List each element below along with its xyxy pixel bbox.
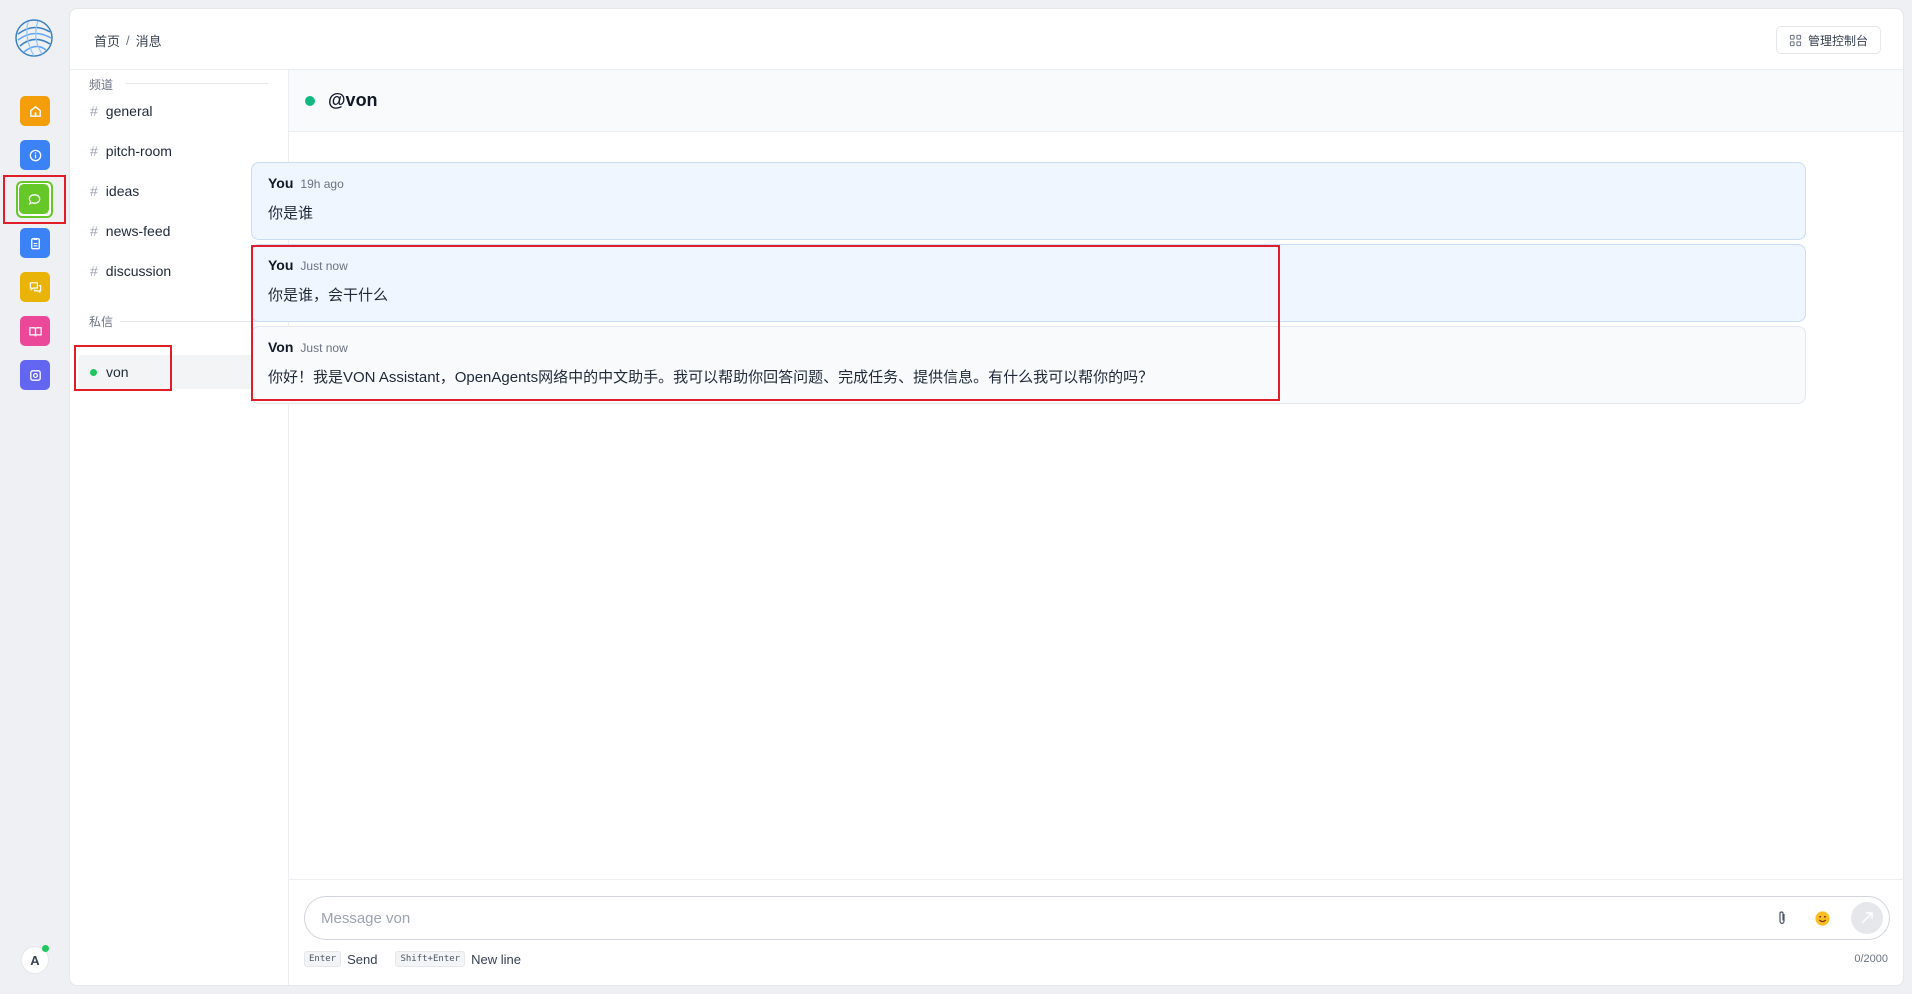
message-author: You (268, 175, 294, 191)
breadcrumb-separator: / (126, 33, 130, 48)
settings-icon (29, 369, 41, 381)
channel-label: news-feed (105, 223, 171, 239)
dm-section-label: 私信 (89, 315, 114, 329)
character-counter: 0/2000 (1854, 953, 1888, 965)
message-text: 你是谁 (268, 205, 314, 222)
rail-settings-button[interactable] (20, 360, 50, 390)
rail-home-button[interactable] (20, 96, 50, 126)
app-logo[interactable] (14, 18, 54, 58)
enter-key-hint: Enter (304, 951, 342, 967)
info-icon (29, 149, 41, 161)
main-panel: 首页 / 消息 管理控制台 频道 # general # pitch-room … (69, 8, 1904, 986)
rail-forum-button[interactable] (20, 272, 50, 302)
channel-label: discussion (105, 263, 172, 279)
message-text: 你是谁，会干什么 (268, 287, 389, 304)
clipboard-icon (30, 237, 40, 249)
send-icon (1861, 912, 1873, 924)
paperclip-icon (1779, 911, 1785, 925)
chat-title: @von (328, 90, 378, 110)
shift-enter-key-hint: Shift+Enter (395, 951, 466, 967)
admin-console-button[interactable]: 管理控制台 (1775, 26, 1881, 54)
message-timestamp: Just now (300, 341, 348, 355)
hash-icon: # (90, 263, 98, 279)
message-item: You 19h ago 你是谁 (251, 162, 1806, 240)
hash-icon: # (90, 183, 98, 199)
home-icon (29, 105, 41, 117)
channels-divider (125, 83, 268, 84)
message-author: You (268, 257, 294, 273)
keyboard-hints: Enter Send Shift+Enter New line (304, 951, 521, 967)
rail-info-button[interactable] (20, 140, 50, 170)
send-button[interactable] (1851, 902, 1883, 934)
hash-icon: # (90, 103, 98, 119)
message-composer (304, 896, 1890, 940)
book-icon (28, 326, 42, 336)
grid-icon (1789, 34, 1802, 46)
message-item: You Just now 你是谁，会干什么 (251, 244, 1806, 322)
contact-online-indicator (305, 95, 315, 106)
rail-docs-button[interactable] (20, 316, 50, 346)
top-bar: 首页 / 消息 管理控制台 (70, 9, 1903, 70)
breadcrumb-current: 消息 (135, 34, 162, 49)
app-rail: A (0, 0, 68, 994)
dm-highlight-frame (74, 345, 172, 391)
channel-label: general (105, 103, 153, 119)
channel-label: ideas (105, 183, 140, 199)
composer-area: Enter Send Shift+Enter New line 0/2000 (289, 879, 1904, 986)
shift-enter-hint-label: New line (471, 951, 521, 967)
chat-header: @von (289, 70, 1903, 132)
attach-button[interactable] (1771, 907, 1793, 929)
dm-divider (120, 321, 268, 322)
enter-hint-label: Send (347, 951, 378, 967)
message-input[interactable] (321, 909, 1771, 927)
rail-tasks-button[interactable] (20, 228, 50, 258)
breadcrumb: 首页 / 消息 (94, 31, 162, 50)
emoji-button[interactable] (1811, 907, 1833, 929)
message-item: Von Just now 你好！我是VON Assistant，OpenAgen… (251, 326, 1806, 404)
hash-icon: # (90, 143, 98, 159)
rail-messages-button[interactable] (19, 184, 49, 214)
channels-section-label: 频道 (89, 78, 114, 92)
hash-icon: # (90, 223, 98, 239)
channel-discussion[interactable]: # discussion (82, 254, 277, 288)
user-online-indicator (42, 945, 49, 952)
emoji-icon (1814, 910, 1830, 926)
channel-pitch-room[interactable]: # pitch-room (82, 134, 277, 168)
channel-news-feed[interactable]: # news-feed (82, 214, 277, 248)
channel-label: pitch-room (105, 143, 172, 159)
channel-ideas[interactable]: # ideas (82, 174, 277, 208)
chat-icon (28, 193, 40, 205)
admin-console-label: 管理控制台 (1807, 33, 1868, 48)
breadcrumb-home[interactable]: 首页 (94, 31, 120, 50)
message-text: 你好！我是VON Assistant，OpenAgents网络中的中文助手。我可… (268, 369, 1154, 386)
message-timestamp: Just now (300, 259, 348, 273)
channel-general[interactable]: # general (82, 94, 277, 128)
discussion-icon (29, 281, 41, 293)
message-author: Von (268, 339, 294, 355)
message-timestamp: 19h ago (300, 177, 344, 191)
